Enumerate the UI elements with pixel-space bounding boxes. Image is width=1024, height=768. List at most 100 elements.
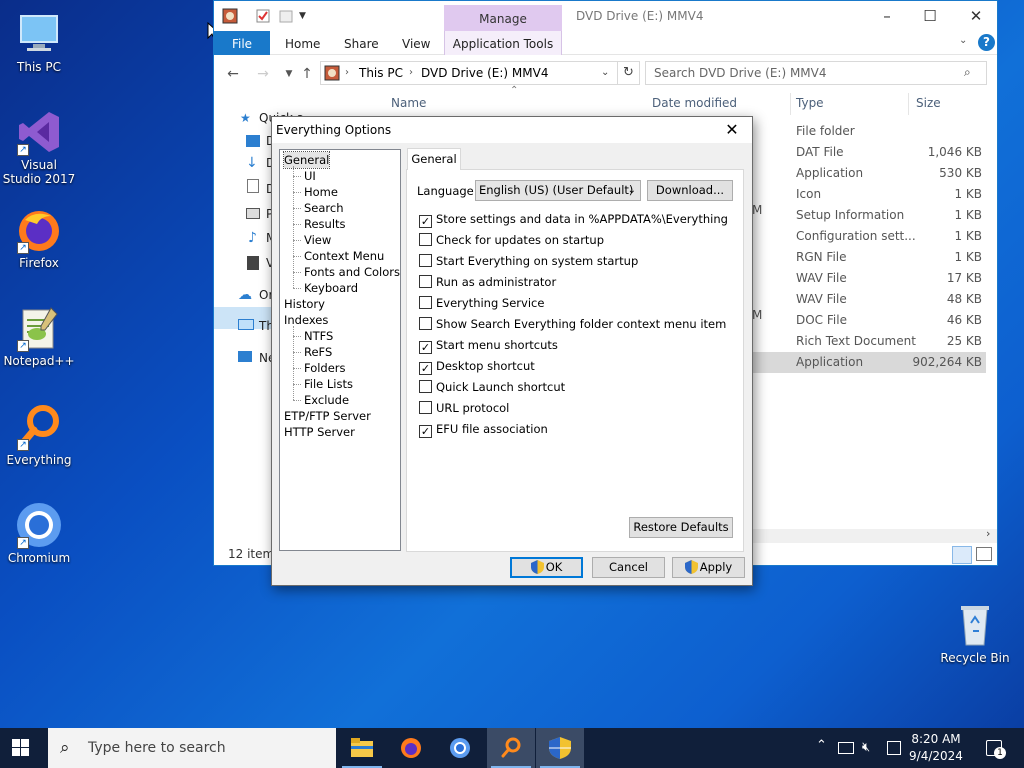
- language-select[interactable]: English (US) (User Default) ⌄: [475, 180, 641, 201]
- tab-application-tools[interactable]: Application Tools: [444, 31, 562, 55]
- table-row[interactable]: WAV File 48 KB: [796, 289, 986, 310]
- tab-view[interactable]: View: [400, 31, 432, 55]
- ribbon-collapse-icon[interactable]: ⌄: [959, 35, 967, 46]
- keyboard-icon[interactable]: [887, 741, 901, 755]
- option-checkbox[interactable]: ✓ Desktop shortcut: [419, 358, 535, 375]
- table-row[interactable]: Application 530 KB: [796, 163, 986, 184]
- option-checkbox[interactable]: Check for updates on startup: [419, 232, 604, 248]
- dialog-close-button[interactable]: ✕: [718, 117, 746, 143]
- taskbar-installer[interactable]: [536, 728, 584, 768]
- tab-share[interactable]: Share: [342, 31, 381, 55]
- search-input[interactable]: Search DVD Drive (E:) MMV4: [645, 61, 987, 85]
- volume-muted-icon[interactable]: 🔇︎: [862, 740, 870, 755]
- tree-item[interactable]: NTFS: [304, 328, 333, 344]
- close-button[interactable]: ✕: [953, 1, 999, 31]
- tree-item[interactable]: Keyboard: [304, 280, 358, 296]
- address-dropdown-icon[interactable]: ⌄: [601, 62, 609, 84]
- desktop-icon-recycle-bin[interactable]: Recycle Bin: [937, 601, 1013, 665]
- checkbox-unchecked-icon[interactable]: [419, 233, 432, 246]
- tab-file[interactable]: File: [214, 31, 270, 55]
- tab-home[interactable]: Home: [283, 31, 322, 55]
- back-arrow-icon[interactable]: ←: [224, 65, 242, 83]
- desktop-icon-firefox[interactable]: ↗ Firefox: [1, 206, 77, 270]
- clock[interactable]: 8:20 AM 9/4/2024: [906, 731, 966, 765]
- column-header-date[interactable]: Date modified: [652, 96, 737, 110]
- tree-item[interactable]: ETP/FTP Server: [284, 408, 371, 424]
- option-checkbox[interactable]: ✓ Store settings and data in %APPDATA%\Ev…: [419, 211, 728, 228]
- table-row[interactable]: File folder: [796, 121, 986, 142]
- table-row[interactable]: Setup Information 1 KB: [796, 205, 986, 226]
- tree-item[interactable]: Search: [304, 200, 344, 216]
- properties-icon[interactable]: [255, 8, 271, 24]
- horizontal-scrollbar[interactable]: [752, 529, 997, 543]
- checkbox-checked-icon[interactable]: ✓: [419, 341, 432, 354]
- option-checkbox[interactable]: Quick Launch shortcut: [419, 379, 565, 395]
- column-header-size[interactable]: Size: [916, 96, 941, 110]
- checkbox-unchecked-icon[interactable]: [419, 275, 432, 288]
- checkbox-checked-icon[interactable]: ✓: [419, 362, 432, 375]
- forward-arrow-icon[interactable]: →: [254, 65, 272, 83]
- checkbox-unchecked-icon[interactable]: [419, 296, 432, 309]
- option-checkbox[interactable]: Start Everything on system startup: [419, 253, 638, 269]
- address-bar[interactable]: › This PC › DVD Drive (E:) MMV4 ⌄: [320, 61, 618, 85]
- breadcrumb-dvd-drive[interactable]: DVD Drive (E:) MMV4: [421, 62, 548, 84]
- checkbox-unchecked-icon[interactable]: [419, 401, 432, 414]
- table-row[interactable]: RGN File 1 KB: [796, 247, 986, 268]
- options-tree[interactable]: General UI Home Search Results View Context Me…: [279, 149, 401, 551]
- new-folder-icon[interactable]: [278, 8, 294, 24]
- checkbox-checked-icon[interactable]: ✓: [419, 215, 432, 228]
- tree-item[interactable]: Fonts and Colors: [304, 264, 400, 280]
- tab-manage[interactable]: Manage: [444, 5, 562, 31]
- taskbar-everything[interactable]: [487, 728, 535, 768]
- checkbox-unchecked-icon[interactable]: [419, 380, 432, 393]
- tree-item[interactable]: Folders: [304, 360, 346, 376]
- network-icon[interactable]: [838, 742, 854, 754]
- taskbar-chromium[interactable]: [436, 728, 484, 768]
- tree-item[interactable]: Exclude: [304, 392, 349, 408]
- breadcrumb-this-pc[interactable]: This PC: [359, 62, 403, 84]
- show-hidden-icons-icon[interactable]: ⌃: [816, 738, 827, 753]
- desktop-icon-notepadpp[interactable]: ↗ Notepad++: [1, 304, 77, 368]
- details-view-icon[interactable]: [952, 546, 972, 564]
- checkbox-unchecked-icon[interactable]: [419, 254, 432, 267]
- desktop-icon-this-pc[interactable]: This PC: [1, 10, 77, 74]
- scroll-right-icon[interactable]: ›: [986, 527, 990, 540]
- windows-start-icon[interactable]: [12, 739, 30, 760]
- tree-item[interactable]: General: [282, 151, 331, 169]
- tree-item[interactable]: File Lists: [304, 376, 353, 392]
- option-checkbox[interactable]: Show Search Everything folder context me…: [419, 316, 726, 332]
- taskbar-file-explorer[interactable]: [338, 728, 386, 768]
- tree-item[interactable]: Results: [304, 216, 346, 232]
- taskbar-search-box[interactable]: ⌕ Type here to search: [48, 728, 336, 768]
- recent-dropdown-icon[interactable]: ▼: [280, 65, 298, 83]
- tree-item[interactable]: Home: [304, 184, 338, 200]
- taskbar-firefox[interactable]: [387, 728, 435, 768]
- table-row[interactable]: Configuration sett... 1 KB: [796, 226, 986, 247]
- column-header-type[interactable]: Type: [796, 96, 824, 110]
- option-checkbox[interactable]: Run as administrator: [419, 274, 556, 290]
- option-checkbox[interactable]: ✓ EFU file association: [419, 421, 548, 438]
- minimize-button[interactable]: –: [864, 1, 910, 31]
- cancel-button[interactable]: Cancel: [592, 557, 665, 578]
- checkbox-unchecked-icon[interactable]: [419, 317, 432, 330]
- table-row[interactable]: Rich Text Document 25 KB: [796, 331, 986, 352]
- table-row[interactable]: Application 902,264 KB: [746, 352, 986, 373]
- help-icon[interactable]: ?: [978, 34, 995, 51]
- tree-item[interactable]: HTTP Server: [284, 424, 355, 440]
- checkbox-checked-icon[interactable]: ✓: [419, 425, 432, 438]
- table-row[interactable]: DOC File 46 KB: [796, 310, 986, 331]
- option-checkbox[interactable]: Everything Service: [419, 295, 544, 311]
- maximize-button[interactable]: ☐: [907, 1, 953, 31]
- column-header-name[interactable]: Name: [391, 96, 426, 110]
- desktop-icon-everything[interactable]: ↗ Everything: [1, 403, 77, 467]
- tree-item[interactable]: UI: [304, 168, 316, 184]
- large-icons-view-icon[interactable]: [976, 547, 992, 561]
- option-checkbox[interactable]: ✓ Start menu shortcuts: [419, 337, 558, 354]
- download-button[interactable]: Download...: [647, 180, 733, 201]
- apply-button[interactable]: Apply: [672, 557, 745, 578]
- ok-button[interactable]: OK: [510, 557, 583, 578]
- tree-item[interactable]: Context Menu: [304, 248, 384, 264]
- tree-item[interactable]: View: [304, 232, 331, 248]
- desktop-icon-chromium[interactable]: ↗ Chromium: [1, 501, 77, 565]
- option-checkbox[interactable]: URL protocol: [419, 400, 509, 416]
